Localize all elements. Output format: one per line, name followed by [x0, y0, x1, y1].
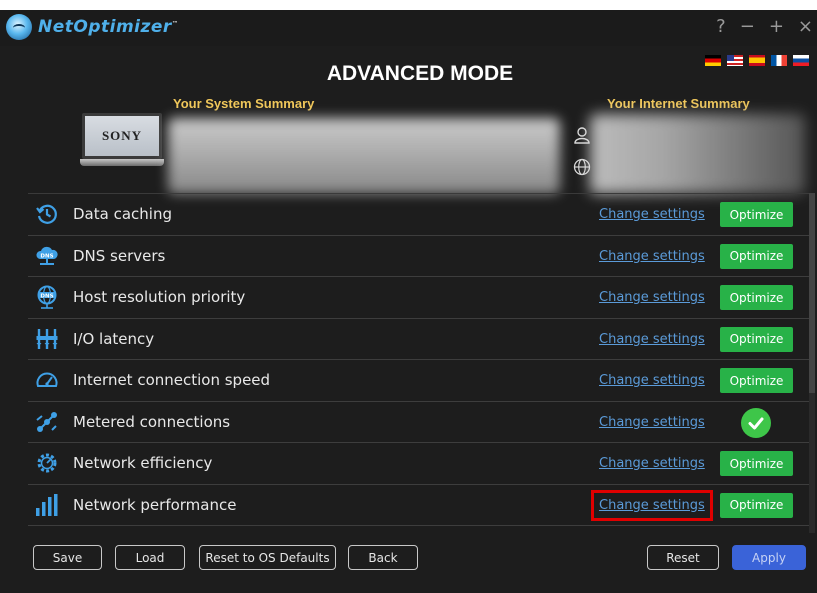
- settings-list: Data caching Change settings Optimize DN…: [28, 193, 809, 526]
- check-icon: [741, 407, 771, 438]
- gear-gauge-icon: [37, 453, 57, 473]
- list-item: Metered connections Change settings: [28, 402, 809, 443]
- flag-spanish-icon[interactable]: [749, 55, 765, 66]
- save-button[interactable]: Save: [33, 545, 102, 570]
- row-label: DNS servers: [73, 246, 166, 265]
- language-flags: [705, 55, 809, 66]
- flag-french-icon[interactable]: [771, 55, 787, 66]
- dns-cloud-icon: DNS: [36, 246, 58, 265]
- system-summary-blurred: [168, 118, 560, 194]
- globe-icon: [573, 158, 591, 176]
- list-item: Data caching Change settings Optimize: [28, 194, 809, 236]
- io-latency-icon: [36, 328, 58, 349]
- optimize-button[interactable]: Optimize: [720, 451, 793, 476]
- optimize-button[interactable]: Optimize: [720, 202, 793, 227]
- reset-button[interactable]: Reset: [647, 545, 719, 570]
- list-item: DNS DNS servers Change settings Optimize: [28, 236, 809, 277]
- title-bar: NetOptimizer™ ? − + ×: [0, 10, 817, 46]
- trademark: ™: [171, 20, 179, 28]
- optimize-button[interactable]: Optimize: [720, 326, 793, 352]
- top-strip: [0, 0, 817, 10]
- optimize-button[interactable]: Optimize: [720, 368, 793, 393]
- back-button[interactable]: Back: [348, 545, 418, 570]
- app-window: NetOptimizer™ ? − + × ADVANCED MODE Your…: [0, 10, 817, 593]
- change-settings-link[interactable]: Change settings: [599, 249, 705, 264]
- list-item: I/O latency Change settings Optimize: [28, 319, 809, 360]
- scrollbar[interactable]: [809, 193, 815, 533]
- app-name-text: NetOptimizer: [38, 17, 172, 37]
- user-icon: [574, 127, 590, 144]
- system-summary-title: Your System Summary: [173, 96, 315, 111]
- change-settings-link[interactable]: Change settings: [599, 415, 705, 430]
- change-settings-link[interactable]: Change settings: [599, 207, 705, 222]
- list-item: DNS Host resolution priority Change sett…: [28, 277, 809, 319]
- dns-globe-icon: DNS: [37, 285, 57, 309]
- window-controls: ? − + ×: [716, 16, 813, 37]
- row-label: Data caching: [73, 205, 172, 223]
- flag-slovenian-icon[interactable]: [793, 55, 809, 66]
- row-label: Network performance: [73, 495, 237, 514]
- close-button[interactable]: ×: [798, 16, 813, 37]
- scrollbar-thumb[interactable]: [809, 193, 815, 393]
- history-icon: [36, 204, 57, 224]
- load-button[interactable]: Load: [115, 545, 185, 570]
- mode-title: ADVANCED MODE: [326, 62, 514, 85]
- optimize-button[interactable]: Optimize: [720, 492, 793, 518]
- list-item: Network performance Change settings Opti…: [28, 485, 809, 526]
- row-label: Host resolution priority: [73, 288, 246, 306]
- app-name: NetOptimizer™: [38, 17, 178, 37]
- row-label: I/O latency: [73, 329, 155, 348]
- bar-chart-icon: [36, 493, 58, 516]
- change-settings-link[interactable]: Change settings: [599, 332, 705, 347]
- metered-icon: [36, 411, 57, 432]
- list-item: Network efficiency Change settings Optim…: [28, 443, 809, 485]
- laptop-brand: SONY: [101, 128, 143, 143]
- speedometer-logo-icon: [6, 14, 32, 40]
- reset-to-os-defaults-button[interactable]: Reset to OS Defaults: [199, 545, 336, 570]
- internet-summary-title: Your Internet Summary: [607, 96, 750, 111]
- row-label: Metered connections: [73, 412, 231, 431]
- svg-text:DNS: DNS: [40, 253, 53, 259]
- change-settings-link[interactable]: Change settings: [599, 290, 705, 305]
- optimize-button[interactable]: Optimize: [720, 243, 793, 269]
- internet-summary-blurred: [590, 114, 805, 194]
- app-logo: NetOptimizer™: [6, 14, 178, 40]
- change-settings-link[interactable]: Change settings: [599, 456, 705, 471]
- change-settings-link[interactable]: Change settings: [599, 373, 705, 388]
- change-settings-link[interactable]: Change settings: [591, 489, 713, 521]
- apply-button[interactable]: Apply: [732, 545, 806, 570]
- flag-english-icon[interactable]: [727, 55, 743, 66]
- maximize-button[interactable]: +: [769, 16, 784, 37]
- svg-text:DNS: DNS: [40, 293, 53, 299]
- list-item: Internet connection speed Change setting…: [28, 360, 809, 402]
- speedometer-icon: [36, 372, 58, 387]
- row-label: Internet connection speed: [73, 371, 271, 389]
- help-button[interactable]: ?: [716, 16, 726, 37]
- optimize-button[interactable]: Optimize: [720, 285, 793, 310]
- row-label: Network efficiency: [73, 454, 213, 472]
- laptop-icon: SONY: [80, 113, 164, 168]
- minimize-button[interactable]: −: [740, 16, 755, 37]
- flag-german-icon[interactable]: [705, 55, 721, 66]
